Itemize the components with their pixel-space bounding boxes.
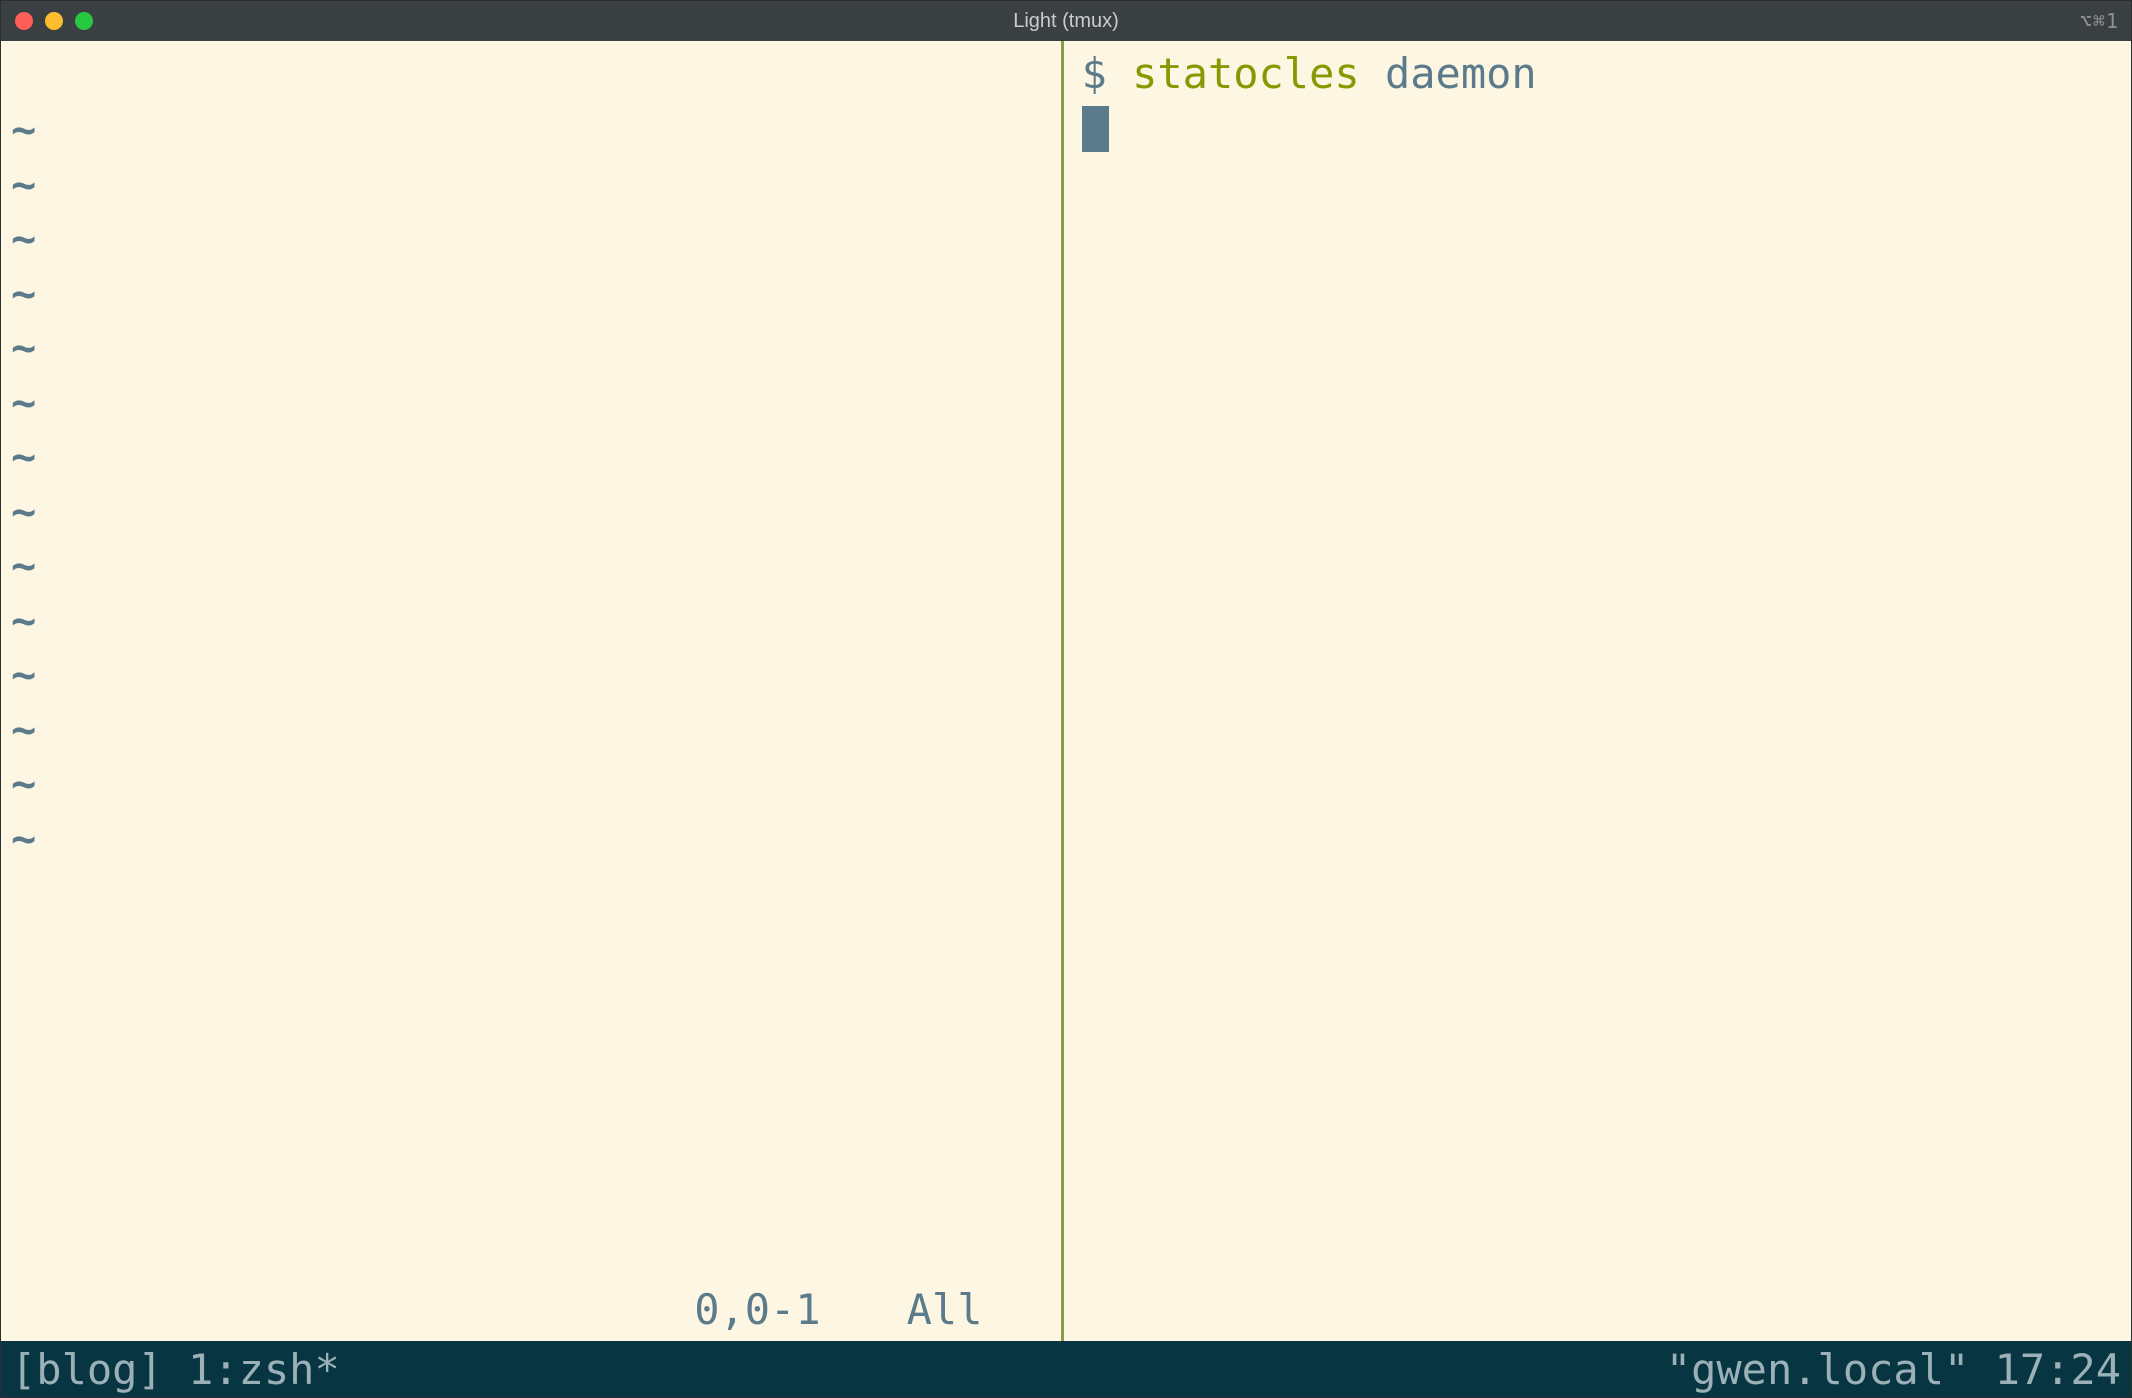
vim-tilde: ~ bbox=[11, 703, 1061, 758]
vim-scroll-percent: All bbox=[907, 1283, 983, 1337]
window-controls bbox=[15, 12, 93, 30]
vim-tilde: ~ bbox=[11, 648, 1061, 703]
vim-tilde: ~ bbox=[11, 539, 1061, 594]
tmux-session-name: [blog] bbox=[11, 1345, 163, 1394]
vim-tilde: ~ bbox=[11, 321, 1061, 376]
vim-tilde: ~ bbox=[11, 158, 1061, 213]
shell-prompt: $ bbox=[1082, 49, 1107, 98]
vim-tilde: ~ bbox=[11, 594, 1061, 649]
vim-tilde: ~ bbox=[11, 757, 1061, 812]
vim-tilde: ~ bbox=[11, 376, 1061, 431]
titlebar: Light (tmux) ⌥⌘1 bbox=[1, 1, 2131, 41]
cursor-icon bbox=[1082, 106, 1109, 152]
window-title: Light (tmux) bbox=[1, 10, 2131, 33]
tmux-host: "gwen.local" bbox=[1666, 1345, 1969, 1394]
vim-cursor-position: 0,0-1 bbox=[694, 1283, 820, 1337]
vim-tilde: ~ bbox=[11, 812, 1061, 867]
vim-buffer[interactable]: ~~~~~~~~~~~~~~ bbox=[11, 41, 1061, 1283]
terminal-window: Light (tmux) ⌥⌘1 ~~~~~~~~~~~~~~ 0,0-1 Al… bbox=[0, 0, 2132, 1398]
tmux-window-name: 1:zsh* bbox=[188, 1345, 340, 1394]
shell-argument: daemon bbox=[1385, 49, 1537, 98]
vim-statusline: 0,0-1 All bbox=[11, 1283, 1061, 1341]
tab-shortcut-indicator: ⌥⌘1 bbox=[2080, 9, 2119, 33]
vim-tilde: ~ bbox=[11, 430, 1061, 485]
tmux-panes: ~~~~~~~~~~~~~~ 0,0-1 All $ statocles dae… bbox=[1, 41, 2131, 1341]
vim-tilde: ~ bbox=[11, 267, 1061, 322]
shell-cursor-line bbox=[1082, 101, 2132, 155]
vim-pane[interactable]: ~~~~~~~~~~~~~~ 0,0-1 All bbox=[1, 41, 1061, 1341]
vim-tilde: ~ bbox=[11, 485, 1061, 540]
shell-command: statocles bbox=[1132, 49, 1360, 98]
vim-tilde: ~ bbox=[11, 103, 1061, 158]
vim-tilde: ~ bbox=[11, 212, 1061, 267]
shell-command-line: $ statocles daemon bbox=[1082, 47, 2132, 101]
tmux-status-left: [blog] 1:zsh* bbox=[11, 1345, 340, 1394]
maximize-icon[interactable] bbox=[75, 12, 93, 30]
shell-pane[interactable]: $ statocles daemon bbox=[1064, 41, 2132, 1341]
tmux-status-right: "gwen.local" 17:24 bbox=[1666, 1345, 2121, 1394]
tmux-time: 17:24 bbox=[1995, 1345, 2121, 1394]
minimize-icon[interactable] bbox=[45, 12, 63, 30]
tmux-status-bar: [blog] 1:zsh* "gwen.local" 17:24 bbox=[1, 1341, 2131, 1397]
close-icon[interactable] bbox=[15, 12, 33, 30]
